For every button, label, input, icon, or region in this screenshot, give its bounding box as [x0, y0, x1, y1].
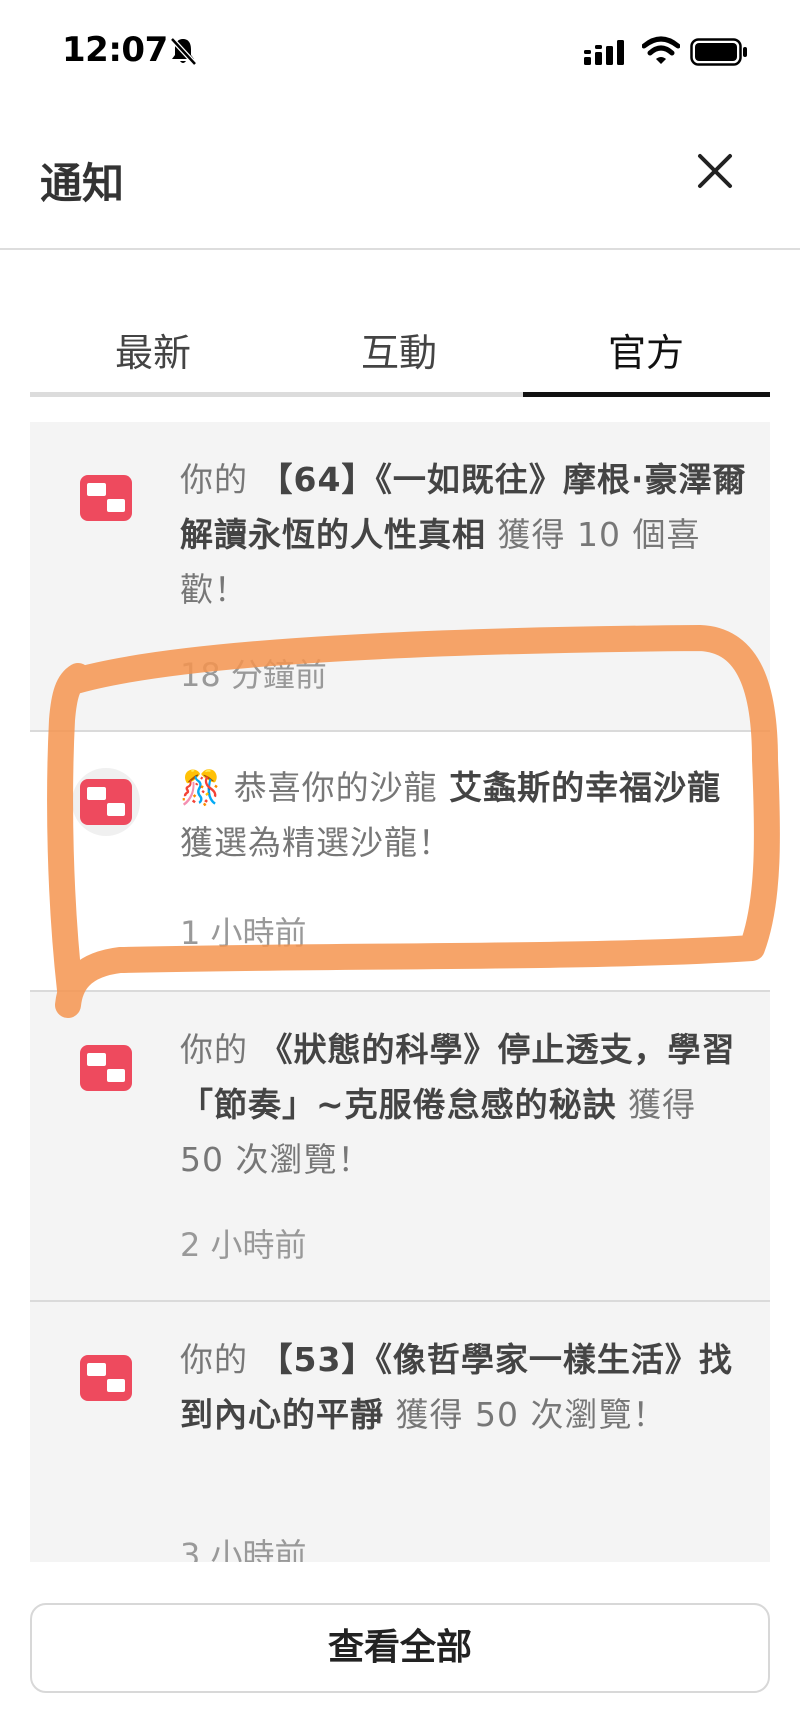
page-title: 通知	[40, 159, 125, 208]
active-tab-indicator	[523, 392, 770, 397]
app-logo-icon	[80, 1045, 132, 1091]
app-logo-wrapper	[72, 1344, 140, 1412]
tab-latest[interactable]: 最新	[30, 322, 276, 377]
notification-prefix: 你的	[180, 460, 248, 499]
notification-prefix: 你的	[180, 1340, 248, 1379]
tab-official[interactable]: 官方	[523, 322, 769, 377]
wifi-icon	[642, 36, 680, 64]
list-item[interactable]: 你的 【53】《像哲學家一樣生活》找到內心的平靜 獲得 50 次瀏覽！ 3 小時…	[30, 1302, 770, 1562]
app-logo-icon	[80, 779, 132, 825]
list-item[interactable]: 🎊 恭喜你的沙龍 艾螽斯的幸福沙龍 獲選為精選沙龍！ 1 小時前	[30, 732, 770, 992]
notification-time: 3 小時前	[180, 1536, 307, 1562]
status-bar: 12:07	[0, 0, 800, 100]
notification-text: 🎊 恭喜你的沙龍 艾螽斯的幸福沙龍 獲選為精選沙龍！	[180, 760, 750, 870]
notification-text: 你的 《狀態的科學》停止透支，學習「節奏」~克服倦怠感的秘訣 獲得 50 次瀏覽…	[180, 1022, 750, 1187]
notification-time: 2 小時前	[180, 1226, 307, 1264]
confetti-icon: 🎊	[180, 768, 223, 807]
tab-bar: 最新 互動 官方	[30, 308, 770, 397]
list-item[interactable]: 你的 《狀態的科學》停止透支，學習「節奏」~克服倦怠感的秘訣 獲得 50 次瀏覽…	[30, 992, 770, 1302]
notification-suffix: 獲選為精選沙龍！	[180, 823, 452, 862]
battery-icon	[690, 38, 747, 66]
notification-prefix: 你的	[180, 1030, 248, 1069]
app-logo-icon	[80, 1355, 132, 1401]
app-logo-wrapper	[72, 464, 140, 532]
app-logo-wrapper	[72, 1034, 140, 1102]
list-item[interactable]: 你的 【64】《一如既往》摩根·豪澤爾解讀永恆的人性真相 獲得 10 個喜歡！ …	[30, 422, 770, 732]
notification-title: 艾螽斯的幸福沙龍	[449, 768, 722, 807]
notification-list[interactable]: 你的 【64】《一如既往》摩根·豪澤爾解讀永恆的人性真相 獲得 10 個喜歡！ …	[30, 422, 770, 1562]
app-logo-icon	[80, 475, 132, 521]
cellular-signal-icon	[584, 40, 624, 65]
tab-interactions[interactable]: 互動	[276, 322, 522, 377]
bell-slash-icon	[170, 37, 197, 66]
notification-time: 18 分鐘前	[180, 656, 327, 694]
header: 通知	[0, 100, 800, 250]
notification-suffix: 獲得 50 次瀏覽！	[395, 1395, 667, 1434]
notification-text: 你的 【53】《像哲學家一樣生活》找到內心的平靜 獲得 50 次瀏覽！	[180, 1332, 750, 1442]
close-button[interactable]	[690, 146, 740, 196]
notification-text: 你的 【64】《一如既往》摩根·豪澤爾解讀永恆的人性真相 獲得 10 個喜歡！	[180, 452, 750, 617]
notification-prefix: 恭喜你的沙龍	[233, 768, 438, 807]
view-all-button[interactable]: 查看全部	[30, 1603, 770, 1693]
app-logo-wrapper	[72, 768, 140, 836]
notification-time: 1 小時前	[180, 914, 307, 952]
status-time: 12:07	[62, 30, 168, 70]
close-icon	[698, 154, 732, 188]
